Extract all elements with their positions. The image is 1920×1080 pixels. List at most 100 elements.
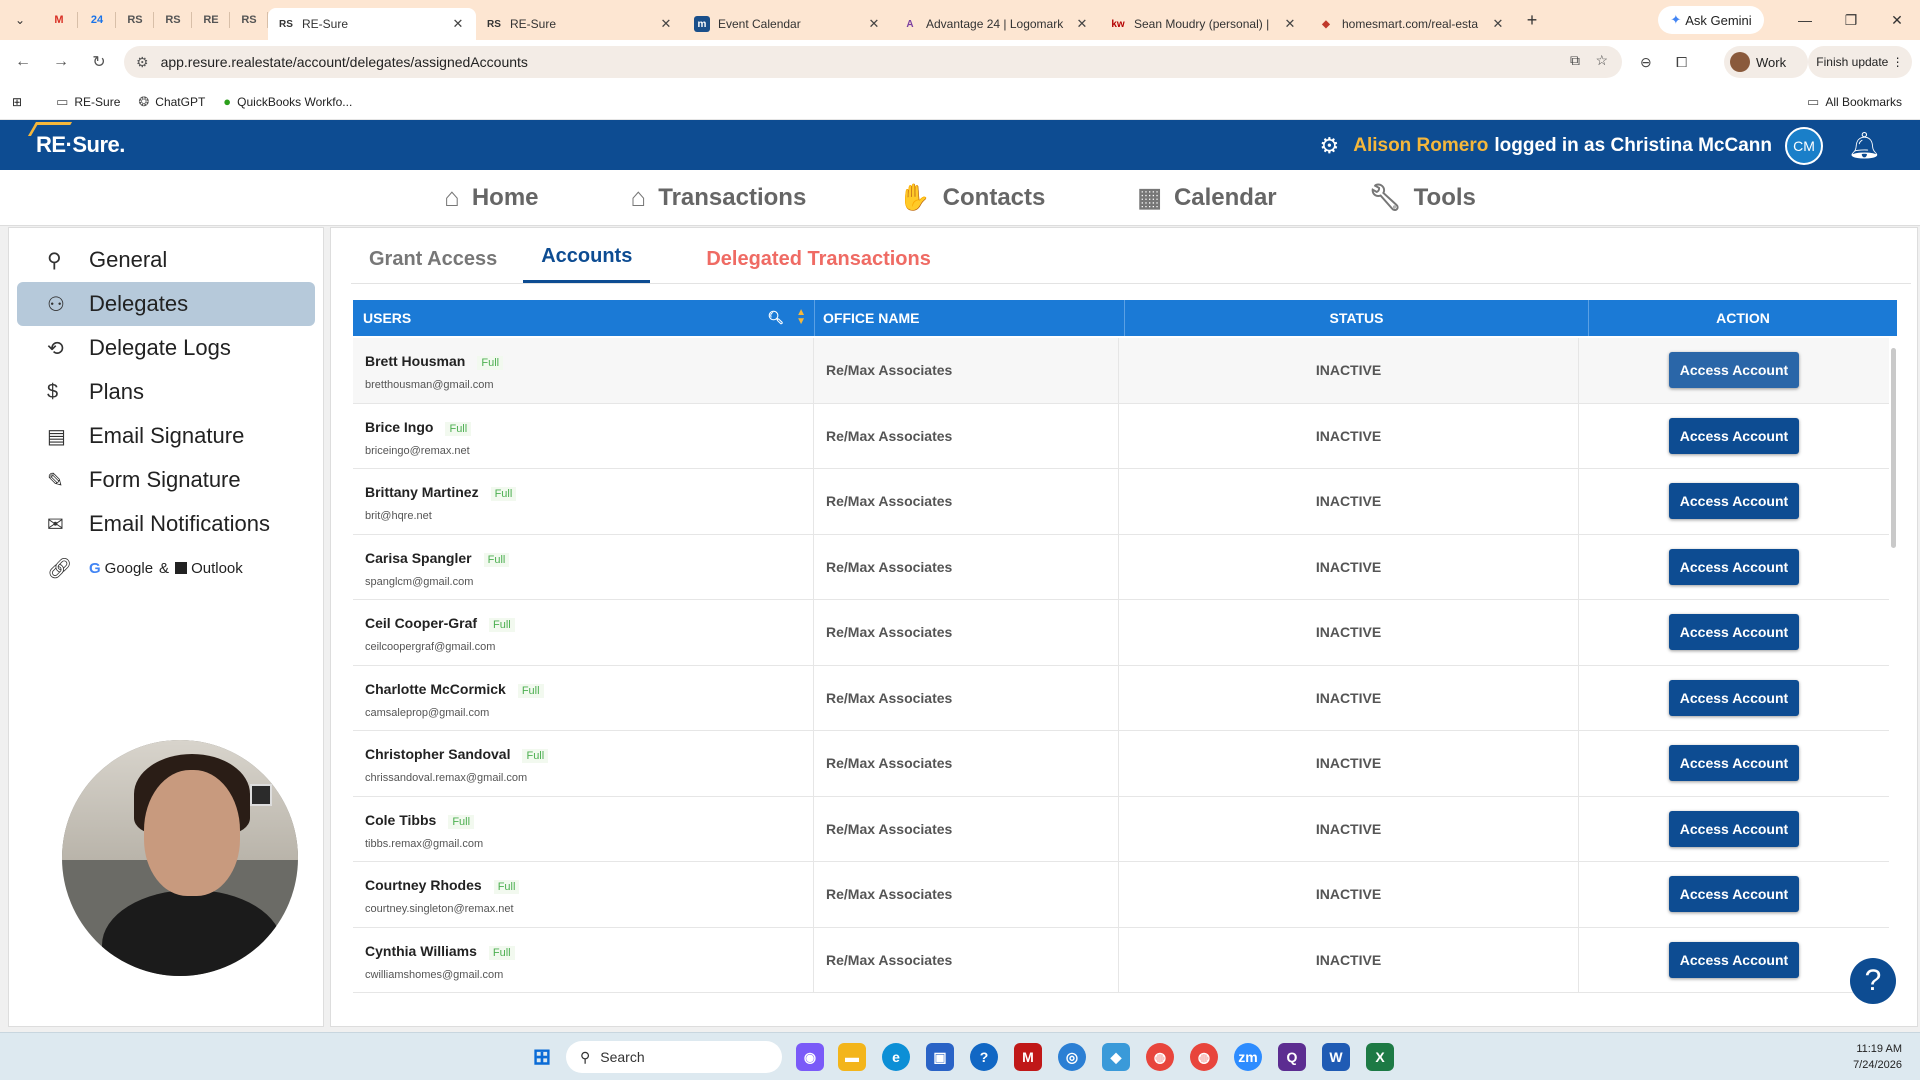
windows-start-icon[interactable]: ⊞: [528, 1043, 556, 1071]
nav-calendar[interactable]: ▦ Calendar: [1137, 182, 1276, 213]
close-icon[interactable]: ✕: [866, 16, 882, 32]
bookmark-item[interactable]: ❂ ChatGPT: [138, 94, 205, 110]
access-account-button[interactable]: Access Account: [1669, 876, 1799, 913]
access-account-button[interactable]: Access Account: [1669, 810, 1799, 847]
pinned-tab[interactable]: RS: [116, 0, 154, 40]
file-explorer-icon[interactable]: ▬: [838, 1043, 866, 1071]
table-row: Brice Ingo Full briceingo@remax.net Re/Max …: [353, 403, 1889, 469]
tab-grant-access[interactable]: Grant Access: [351, 248, 515, 283]
app-icon[interactable]: ◆: [1102, 1043, 1130, 1071]
extensions-icon[interactable]: ⧠: [1676, 54, 1687, 71]
taskbar-search[interactable]: ⚲ Search: [566, 1041, 782, 1073]
access-account-button[interactable]: Access Account: [1669, 745, 1799, 782]
browser-toolbar: ← → ↻ ⚙ app.resure.realestate/account/de…: [0, 40, 1920, 84]
close-window-icon[interactable]: ✕: [1874, 0, 1920, 40]
restore-icon[interactable]: ❐: [1828, 0, 1874, 40]
mcafee-icon[interactable]: M: [1014, 1043, 1042, 1071]
browser-tab[interactable]: kw Sean Moudry (personal) | ✕: [1100, 8, 1308, 40]
chrome-icon[interactable]: ◍: [1190, 1043, 1218, 1071]
profile-label: Work: [1756, 54, 1787, 70]
bookmark-star-icon[interactable]: ☆: [1595, 52, 1608, 69]
search-icon[interactable]: 🔍︎: [767, 310, 784, 326]
all-bookmarks-button[interactable]: ▭ All Bookmarks: [1807, 94, 1902, 110]
avatar[interactable]: CM: [1785, 127, 1823, 165]
browser-tab[interactable]: m Event Calendar ✕: [684, 8, 892, 40]
profile-button[interactable]: Work: [1724, 46, 1808, 78]
column-header-users[interactable]: USERS 🔍︎ ▲ ▼: [353, 300, 815, 336]
subtabs: Grant Access Accounts Delegated Transact…: [351, 228, 1911, 284]
new-tab-button[interactable]: +: [1516, 10, 1548, 31]
bookmark-item[interactable]: ▭ RE-Sure: [56, 94, 120, 110]
tab-delegated-transactions[interactable]: Delegated Transactions: [688, 248, 949, 283]
column-header-office[interactable]: OFFICE NAME: [815, 300, 1125, 336]
forward-icon[interactable]: →: [46, 53, 76, 71]
sidebar-item-delegate-logs[interactable]: ⟲ Delegate Logs: [17, 326, 315, 370]
pinned-tab[interactable]: RE: [192, 0, 230, 40]
tab-search-icon[interactable]: ⌄: [0, 0, 40, 40]
access-account-button[interactable]: Access Account: [1669, 941, 1799, 978]
browser-tab[interactable]: ◆ homesmart.com/real-esta ✕: [1308, 8, 1516, 40]
install-app-icon[interactable]: ⧉: [1570, 52, 1580, 69]
address-bar[interactable]: ⚙ app.resure.realestate/account/delegate…: [124, 46, 1622, 78]
pinned-tab[interactable]: RS: [230, 0, 268, 40]
sync-icon[interactable]: ⊖: [1640, 54, 1652, 71]
edge-icon[interactable]: e: [882, 1043, 910, 1071]
access-account-button[interactable]: Access Account: [1669, 352, 1799, 389]
close-icon[interactable]: ✕: [1490, 16, 1506, 32]
word-icon[interactable]: W: [1322, 1043, 1350, 1071]
access-account-button[interactable]: Access Account: [1669, 614, 1799, 651]
help-app-icon[interactable]: ?: [970, 1043, 998, 1071]
table-scrollbar[interactable]: [1891, 338, 1897, 1004]
help-button[interactable]: ?: [1850, 958, 1896, 1004]
access-account-button[interactable]: Access Account: [1669, 679, 1799, 716]
sidebar-item-email-notifications[interactable]: ✉ Email Notifications: [17, 502, 315, 546]
store-icon[interactable]: ▣: [926, 1043, 954, 1071]
apps-grid-icon[interactable]: ⊞: [12, 95, 22, 109]
sidebar-item-delegates[interactable]: ⚇ Delegates: [17, 282, 315, 326]
back-icon[interactable]: ←: [8, 53, 38, 71]
sidebar-item-integrations[interactable]: 🔗︎ G Google & Outlook: [17, 546, 315, 590]
reload-icon[interactable]: ↻: [84, 52, 114, 72]
chrome-icon[interactable]: ◍: [1146, 1043, 1174, 1071]
nav-tools[interactable]: 🔧︎ Tools: [1369, 182, 1476, 213]
access-account-button[interactable]: Access Account: [1669, 417, 1799, 454]
pinned-tab[interactable]: 24: [78, 0, 116, 40]
column-header-status[interactable]: STATUS: [1125, 300, 1589, 336]
finish-update-button[interactable]: Finish update ⋮: [1808, 46, 1912, 78]
close-icon[interactable]: ✕: [1074, 16, 1090, 32]
site-info-icon[interactable]: ⚙: [136, 54, 149, 71]
nav-home[interactable]: ⌂ Home: [444, 182, 538, 213]
copilot-icon[interactable]: ◉: [796, 1043, 824, 1071]
pinned-tab[interactable]: RS: [154, 0, 192, 40]
close-icon[interactable]: ✕: [658, 16, 674, 32]
nav-contacts[interactable]: ✋ Contacts: [898, 182, 1045, 213]
nav-transactions[interactable]: ⌂ Transactions: [631, 182, 807, 213]
resure-logo[interactable]: RE·Sure.: [27, 122, 125, 158]
sort-icon[interactable]: ▲ ▼: [796, 308, 806, 327]
ask-gemini-button[interactable]: ✦ Ask Gemini: [1658, 6, 1764, 34]
pinned-tab[interactable]: M: [40, 0, 78, 40]
excel-icon[interactable]: X: [1366, 1043, 1394, 1071]
sidebar-item-general[interactable]: ⚲ General: [17, 238, 315, 282]
zoom-icon[interactable]: zm: [1234, 1043, 1262, 1071]
close-icon[interactable]: ✕: [1282, 16, 1298, 32]
bell-icon[interactable]: 🔔︎: [1848, 130, 1881, 161]
tab-accounts[interactable]: Accounts: [523, 245, 651, 283]
access-account-button[interactable]: Access Account: [1669, 548, 1799, 585]
sidebar-item-form-signature[interactable]: ✎ Form Signature: [17, 458, 315, 502]
minimize-icon[interactable]: —: [1782, 0, 1828, 40]
bookmark-item[interactable]: ● QuickBooks Workfo...: [223, 94, 352, 109]
browser-tab[interactable]: A Advantage 24 | Logomark ✕: [892, 8, 1100, 40]
system-clock[interactable]: 11:19 AM 7/24/2026: [1853, 1041, 1902, 1073]
app-icon[interactable]: ◎: [1058, 1043, 1086, 1071]
sidebar-item-email-signature[interactable]: ▤ Email Signature: [17, 414, 315, 458]
app-icon[interactable]: Q: [1278, 1043, 1306, 1071]
sidebar-item-plans[interactable]: $ Plans: [17, 370, 315, 414]
gear-icon[interactable]: ⚙: [1319, 133, 1339, 159]
browser-tab[interactable]: RS RE-Sure ✕: [476, 8, 684, 40]
access-account-button[interactable]: Access Account: [1669, 483, 1799, 520]
scrollbar-thumb[interactable]: [1891, 348, 1896, 548]
tab-title: Sean Moudry (personal) |: [1134, 17, 1270, 31]
browser-tab[interactable]: RS RE-Sure ✕: [268, 8, 476, 40]
close-icon[interactable]: ✕: [450, 16, 466, 32]
